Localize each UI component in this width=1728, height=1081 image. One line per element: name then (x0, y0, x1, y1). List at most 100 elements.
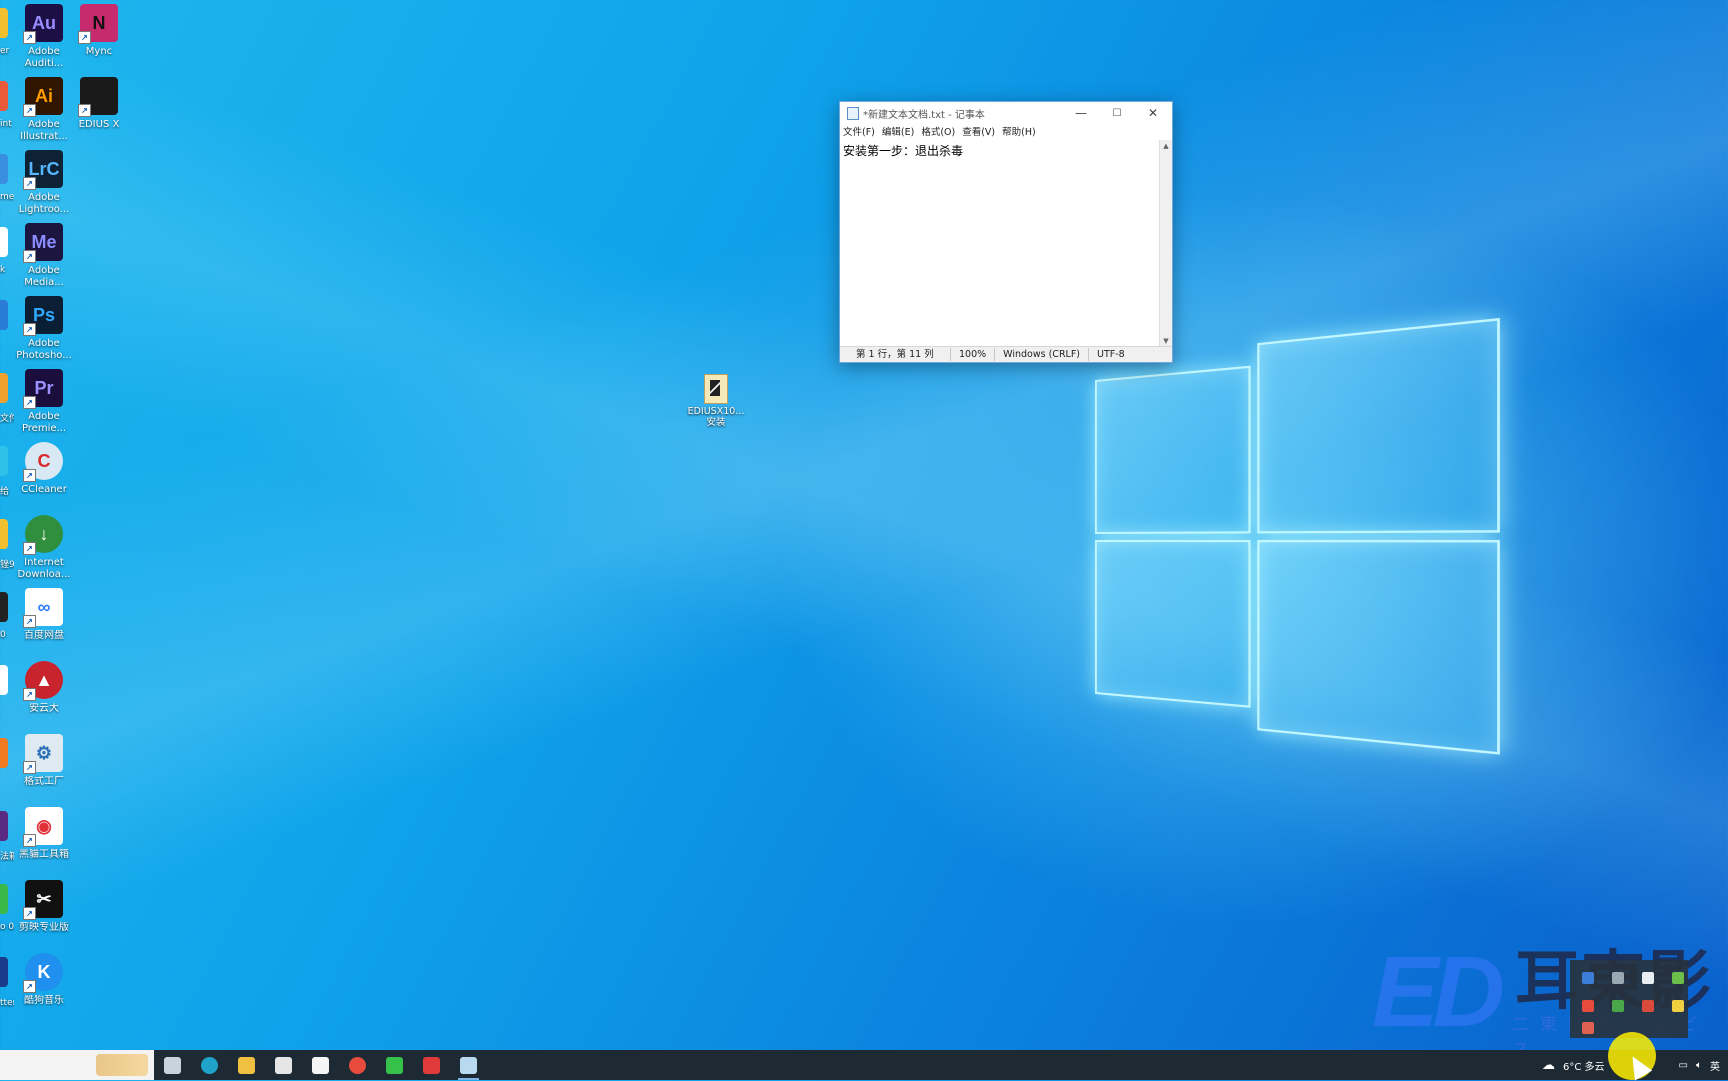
logo-pane (1095, 365, 1251, 534)
partial-icon-label: 文件 (0, 414, 14, 424)
taskbar-search-box[interactable] (0, 1050, 154, 1080)
menu-help[interactable]: 帮助(H) (1002, 124, 1036, 139)
partial-desktop-icon[interactable] (0, 227, 8, 257)
notepad-statusbar: 第 1 行，第 11 列 100% Windows (CRLF) UTF-8 (840, 346, 1172, 362)
desktop-icon[interactable]: C ↗ CCleaner (13, 442, 75, 496)
bluetooth-icon[interactable] (1582, 972, 1594, 984)
desktop-icon[interactable]: ↗ EDIUS X (68, 77, 130, 131)
menu-edit[interactable]: 编辑(E) (882, 124, 914, 139)
partial-desktop-icon[interactable] (0, 373, 8, 403)
taskbar-store-button[interactable] (265, 1050, 302, 1080)
desktop-icon[interactable]: ✂ ↗ 剪映专业版 (13, 880, 75, 934)
weather-icon[interactable]: ☁ (1542, 1058, 1555, 1073)
network-app-icon[interactable] (1612, 972, 1624, 984)
notepad-window[interactable]: *新建文本文档.txt - 记事本 — ☐ ✕ 文件(F) 编辑(E) 格式(O… (839, 101, 1173, 363)
camtasia-red-icon (423, 1056, 440, 1074)
status-position: 第 1 行，第 11 列 (856, 349, 934, 360)
desktop-icon[interactable]: N ↗ Mync (68, 4, 130, 58)
partial-desktop-icon[interactable] (0, 81, 8, 111)
shortcut-arrow-icon: ↗ (78, 104, 91, 117)
partial-desktop-icon[interactable] (0, 154, 8, 184)
taskbar-task-view-button[interactable] (154, 1050, 191, 1080)
notepad-icon (460, 1056, 477, 1074)
partial-desktop-icon[interactable] (0, 300, 8, 330)
notepad-text-area[interactable]: 安装第一步：退出杀毒 (840, 140, 1160, 347)
minimize-button[interactable]: — (1064, 102, 1098, 124)
status-zoom: 100% (950, 348, 994, 361)
taskbar-chrome-button[interactable] (339, 1050, 376, 1080)
anyun-icon: ▲ ↗ (23, 661, 63, 701)
desktop-icon[interactable]: ↓ ↗ Internet Downloa... (13, 515, 75, 581)
volume-icon[interactable]: 🔈︎ (1696, 1060, 1702, 1071)
desktop-icon[interactable]: Ai ↗ Adobe Illustrat... (13, 77, 75, 143)
partial-icon-label: tter 版【 (0, 998, 14, 1008)
partial-desktop-icon[interactable] (0, 8, 8, 38)
desktop-icon-label: Adobe Auditi... (24, 46, 64, 69)
partial-desktop-icon[interactable] (0, 811, 8, 841)
photoshop-icon: Ps ↗ (23, 296, 63, 336)
desktop-icon[interactable]: LrC ↗ Adobe Lightroo... (13, 150, 75, 216)
menu-file[interactable]: 文件(F) (843, 124, 875, 139)
desktop-icon-label: Internet Downloa... (17, 557, 71, 580)
nvidia-icon[interactable] (1672, 972, 1684, 984)
desktop-icon[interactable]: Au ↗ Adobe Auditi... (13, 4, 75, 70)
desktop-icon-label: 百度网盘 (24, 630, 64, 641)
desktop-icon-label: 酷狗音乐 (24, 995, 64, 1006)
desktop-icon[interactable]: ⚙ ↗ 格式工厂 (13, 734, 75, 788)
shortcut-arrow-icon: ↗ (23, 104, 36, 117)
desktop-icon-label: 格式工厂 (24, 776, 64, 787)
chrome-icon (349, 1056, 366, 1074)
desktop-icon[interactable]: Ps ↗ Adobe Photosho... (13, 296, 75, 362)
onedrive-icon[interactable] (1642, 972, 1654, 984)
maximize-button[interactable]: ☐ (1100, 102, 1134, 124)
desktop-icon[interactable]: ▲ ↗ 安云大 (13, 661, 75, 715)
partial-desktop-icon[interactable] (0, 519, 8, 549)
ime-indicator[interactable]: 英 (1710, 1058, 1720, 1073)
partial-desktop-icon[interactable] (0, 592, 8, 622)
ccleaner-icon: C ↗ (23, 442, 63, 482)
desktop-file-edius-installer[interactable]: EDIUSX10... 安装 (683, 374, 749, 428)
desktop-icon[interactable]: ∞ ↗ 百度网盘 (13, 588, 75, 642)
red-tray-icon[interactable] (1642, 1000, 1654, 1012)
close-button[interactable]: ✕ (1136, 102, 1170, 124)
file-explorer-icon (238, 1056, 255, 1074)
vertical-scrollbar[interactable]: ▲ ▼ (1159, 140, 1172, 347)
taskbar-edge-button[interactable] (191, 1050, 228, 1080)
shortcut-arrow-icon: ↗ (23, 834, 36, 847)
tray-overflow-popup[interactable] (1570, 960, 1688, 1038)
taskbar-file-explorer-button[interactable] (228, 1050, 265, 1080)
orange-tray-icon[interactable] (1582, 1022, 1594, 1034)
mail-icon (312, 1056, 329, 1074)
desktop-icon[interactable]: Pr ↗ Adobe Premie... (13, 369, 75, 435)
taskbar-camtasia-green-button[interactable] (376, 1050, 413, 1080)
desktop-icon[interactable]: ◉ ↗ 黑貓工具箱 (13, 807, 75, 861)
partial-desktop-icon[interactable] (0, 957, 8, 987)
partial-desktop-icon[interactable] (0, 665, 8, 695)
taskbar-mail-button[interactable] (302, 1050, 339, 1080)
mync-icon: N ↗ (78, 4, 118, 44)
notepad-titlebar[interactable]: *新建文本文档.txt - 记事本 — ☐ ✕ (840, 102, 1172, 124)
premiere-icon: Pr ↗ (23, 369, 63, 409)
green-tray-icon[interactable] (1612, 1000, 1624, 1012)
partial-desktop-icon[interactable] (0, 884, 8, 914)
scroll-up-icon[interactable]: ▲ (1160, 140, 1172, 152)
shortcut-arrow-icon: ↗ (23, 542, 36, 555)
lightroom-icon: LrC ↗ (23, 150, 63, 190)
taskbar-camtasia-red-button[interactable] (413, 1050, 450, 1080)
partial-desktop-icon[interactable] (0, 738, 8, 768)
desktop-icon[interactable]: Me ↗ Adobe Media... (13, 223, 75, 289)
menu-format[interactable]: 格式(O) (921, 124, 955, 139)
chrome-tray-icon[interactable] (1582, 1000, 1594, 1012)
weather-text[interactable]: 6°C 多云 (1563, 1058, 1605, 1073)
taskbar-notepad-button[interactable] (450, 1050, 487, 1080)
shortcut-arrow-icon: ↗ (23, 323, 36, 336)
partial-desktop-icon[interactable] (0, 446, 8, 476)
yellow-tray-icon[interactable] (1672, 1000, 1684, 1012)
logo-pane (1095, 540, 1251, 708)
desktop-icon[interactable]: K ↗ 酷狗音乐 (13, 953, 75, 1007)
menu-view[interactable]: 查看(V) (962, 124, 995, 139)
partial-icon-label: 锉9 (0, 560, 14, 570)
notepad-menubar: 文件(F) 编辑(E) 格式(O) 查看(V) 帮助(H) (840, 124, 1172, 139)
desktop-icon-label: 安云大 (29, 703, 59, 714)
network-icon[interactable]: ▭ (1679, 1060, 1688, 1071)
